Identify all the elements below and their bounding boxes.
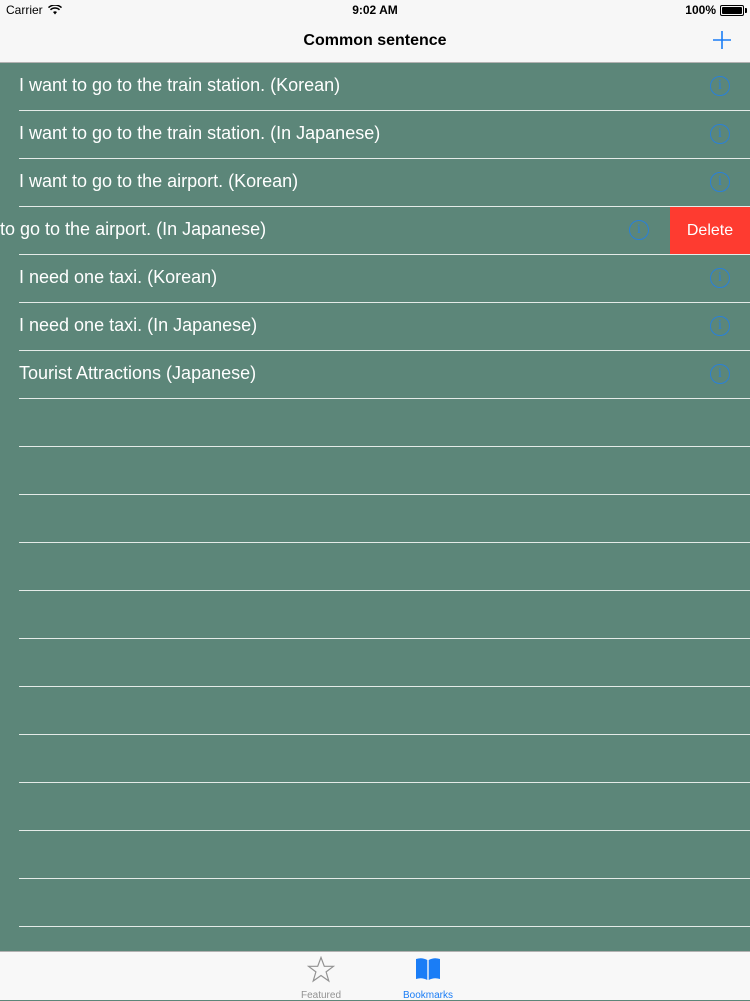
tab-featured-label: Featured xyxy=(300,990,342,1001)
list-row xyxy=(0,591,750,639)
navigation-bar: Common sentence xyxy=(0,20,750,63)
info-icon[interactable]: i xyxy=(710,76,730,96)
info-icon[interactable]: i xyxy=(710,172,730,192)
list-row xyxy=(0,399,750,447)
list-row[interactable]: Tourist Attractions (Japanese) i xyxy=(0,351,750,399)
tab-bookmarks-label: Bookmarks xyxy=(402,990,453,1001)
list-row xyxy=(0,831,750,879)
list-row xyxy=(0,543,750,591)
list-row xyxy=(0,687,750,735)
row-label: Tourist Attractions (Japanese) xyxy=(19,363,257,383)
list-row xyxy=(0,927,750,952)
tab-bar: Featured Bookmarks xyxy=(0,951,750,1001)
info-icon[interactable]: i xyxy=(710,124,730,144)
row-label: I need one taxi. (Korean) xyxy=(19,267,218,287)
status-bar: Carrier 9:02 AM 100% xyxy=(0,0,750,20)
row-label: I want to go to the train station. (Kore… xyxy=(19,75,341,95)
list-row[interactable]: I want to go to the airport. (Korean) i xyxy=(0,159,750,207)
list-row[interactable]: to go to the airport. (In Japanese) i Dele… xyxy=(0,207,750,255)
info-icon[interactable]: i xyxy=(710,268,730,288)
row-label: I want to go to the airport. (Korean) xyxy=(19,171,299,191)
info-icon[interactable]: i xyxy=(710,364,730,384)
battery-percent: 100% xyxy=(685,3,716,17)
add-button[interactable] xyxy=(708,26,736,54)
list-row xyxy=(0,879,750,927)
row-label: I need one taxi. (In Japanese) xyxy=(19,315,258,335)
book-icon xyxy=(416,958,440,980)
sentence-list[interactable]: I want to go to the train station. (Kore… xyxy=(0,63,750,952)
page-title: Common sentence xyxy=(303,32,447,49)
battery-icon xyxy=(720,4,747,16)
row-label: to go to the airport. (In Japanese) xyxy=(0,219,267,239)
status-time: 9:02 AM xyxy=(352,3,398,17)
row-label: I want to go to the train station. (In J… xyxy=(19,123,381,143)
info-icon[interactable]: i xyxy=(629,220,649,240)
list-row[interactable]: I need one taxi. (In Japanese) i xyxy=(0,303,750,351)
list-row xyxy=(0,783,750,831)
tab-bookmarks[interactable]: Bookmarks xyxy=(388,956,468,1001)
delete-button[interactable]: Delete xyxy=(670,207,750,255)
tab-featured[interactable]: Featured xyxy=(281,955,361,1001)
list-row xyxy=(0,639,750,687)
info-icon[interactable]: i xyxy=(710,316,730,336)
status-right: 100% xyxy=(685,3,747,17)
list-row[interactable]: I want to go to the train station. (In J… xyxy=(0,111,750,159)
star-icon xyxy=(306,955,336,983)
plus-icon xyxy=(713,31,731,49)
list-row[interactable]: I need one taxi. (Korean) i xyxy=(0,255,750,303)
list-row xyxy=(0,495,750,543)
list-row[interactable]: I want to go to the train station. (Kore… xyxy=(0,63,750,111)
list-row xyxy=(0,735,750,783)
list-row xyxy=(0,447,750,495)
